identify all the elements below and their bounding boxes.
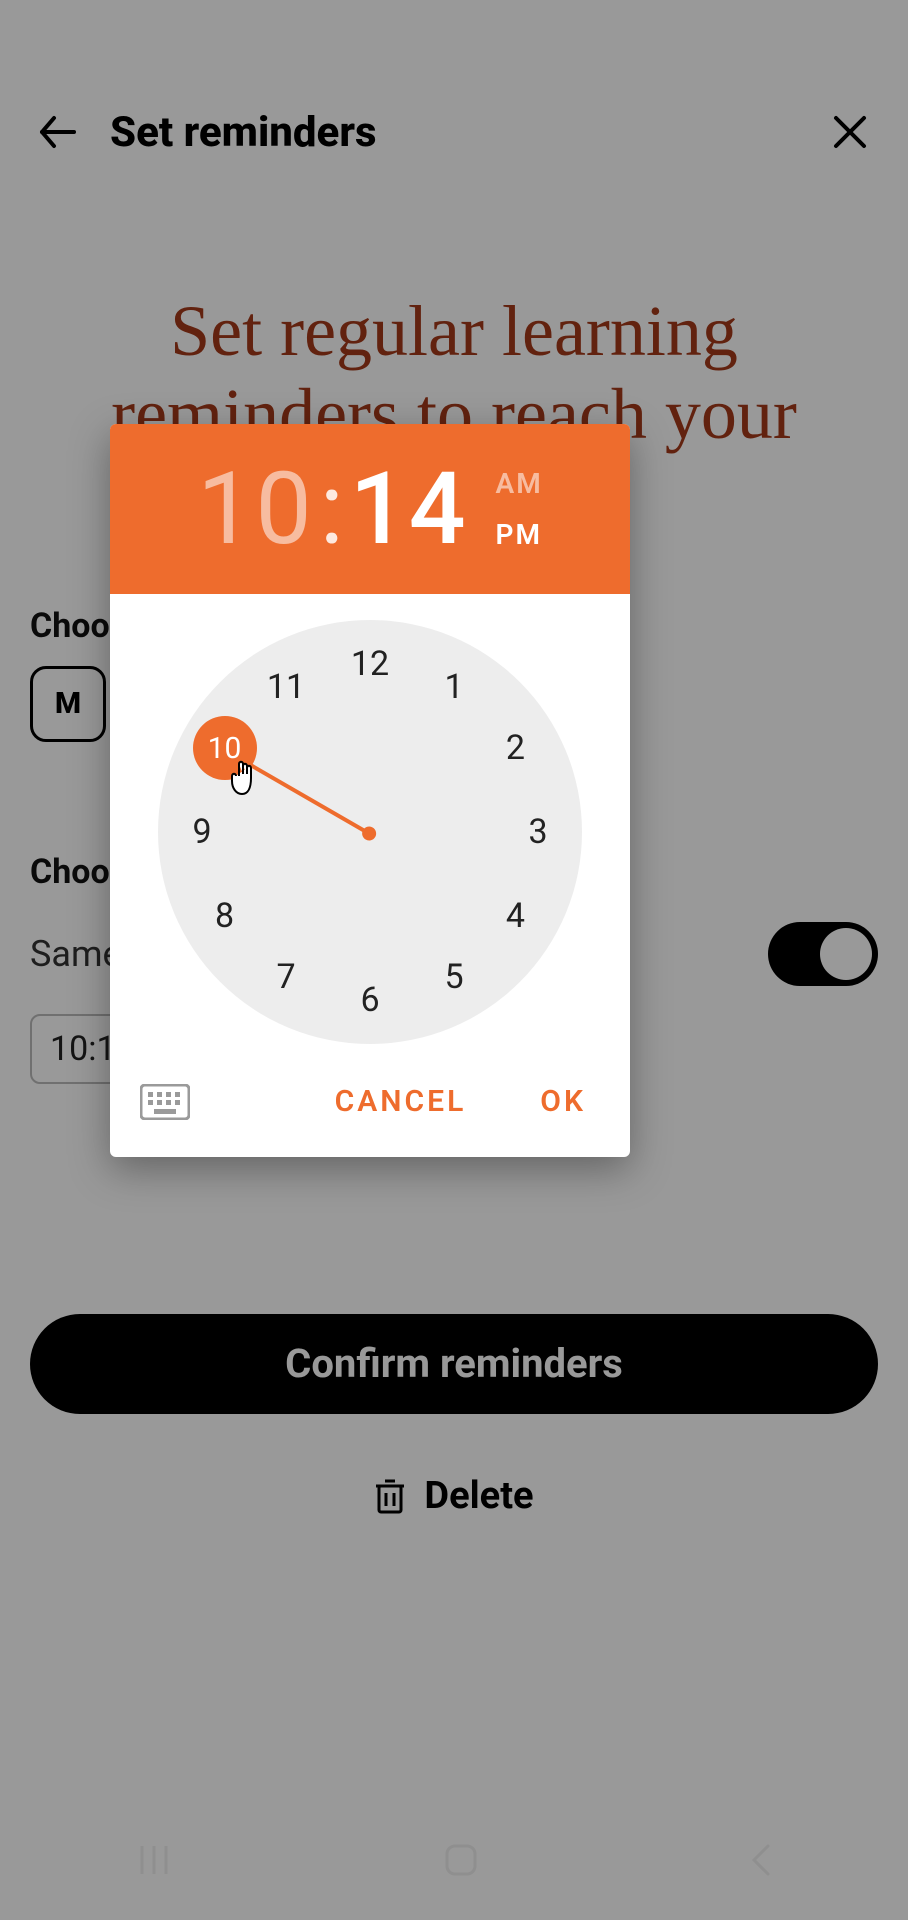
clock-hand — [239, 757, 371, 835]
status-bar: 9:16 82% — [0, 0, 908, 80]
am-toggle[interactable]: AM — [496, 467, 543, 500]
back-button[interactable] — [30, 104, 86, 160]
mute-icon — [678, 27, 704, 53]
clock-hour-5[interactable]: 5 — [424, 947, 484, 1007]
minute-display[interactable]: 14 — [350, 451, 468, 568]
clock-hour-11[interactable]: 11 — [256, 657, 316, 717]
android-nav-bar — [0, 1800, 908, 1920]
video-icon — [107, 30, 135, 50]
trash-icon — [374, 1478, 406, 1514]
hero-heading: Set regular learning reminders to reach … — [0, 170, 908, 456]
cancel-button[interactable]: CANCEL — [325, 1076, 477, 1127]
arrow-left-icon — [36, 110, 80, 154]
close-button[interactable] — [822, 104, 878, 160]
day-chip-monday[interactable]: M — [30, 666, 106, 742]
time-colon: : — [320, 451, 344, 568]
clock-hour-12[interactable]: 12 — [340, 634, 400, 694]
home-icon[interactable] — [441, 1840, 481, 1880]
app-bar: Set reminders — [0, 80, 908, 170]
same-time-label: Same — [30, 933, 122, 975]
clock-hour-4[interactable]: 4 — [485, 886, 545, 946]
clock-hour-3[interactable]: 3 — [508, 802, 568, 862]
page-title: Set reminders — [110, 108, 798, 157]
clock-face[interactable]: 12123456789101110 — [158, 620, 582, 1044]
clock-hour-7[interactable]: 7 — [256, 947, 316, 1007]
ok-button[interactable]: OK — [530, 1076, 596, 1127]
confirm-reminders-button[interactable]: Confirm reminders — [30, 1314, 878, 1414]
status-time: 9:16 — [36, 23, 95, 58]
signal-icon — [754, 29, 780, 51]
keyboard-icon[interactable] — [140, 1084, 190, 1120]
clock-hour-8[interactable]: 8 — [195, 886, 255, 946]
clock-hour-1[interactable]: 1 — [424, 657, 484, 717]
close-icon — [830, 112, 870, 152]
same-time-toggle[interactable] — [768, 922, 878, 986]
bluetooth-icon — [650, 26, 668, 54]
nav-back-icon[interactable] — [746, 1838, 776, 1882]
delete-button[interactable]: Delete — [0, 1474, 908, 1518]
clock-hour-2[interactable]: 2 — [485, 718, 545, 778]
status-battery: 82% — [790, 23, 846, 58]
clock-hour-6[interactable]: 6 — [340, 970, 400, 1030]
clock-hour-9[interactable]: 9 — [172, 802, 232, 862]
pm-toggle[interactable]: PM — [496, 518, 543, 551]
time-picker-header: 10 : 14 AM PM — [110, 424, 630, 594]
delete-label: Delete — [424, 1474, 533, 1518]
battery-icon — [856, 27, 872, 53]
hour-display[interactable]: 10 — [197, 451, 313, 568]
time-picker-dialog: 10 : 14 AM PM 12123456789101110 CANCEL O… — [110, 424, 630, 1157]
wifi-icon — [714, 28, 744, 52]
clock-selected-knob[interactable]: 10 — [193, 716, 257, 780]
recents-icon[interactable] — [132, 1838, 176, 1882]
